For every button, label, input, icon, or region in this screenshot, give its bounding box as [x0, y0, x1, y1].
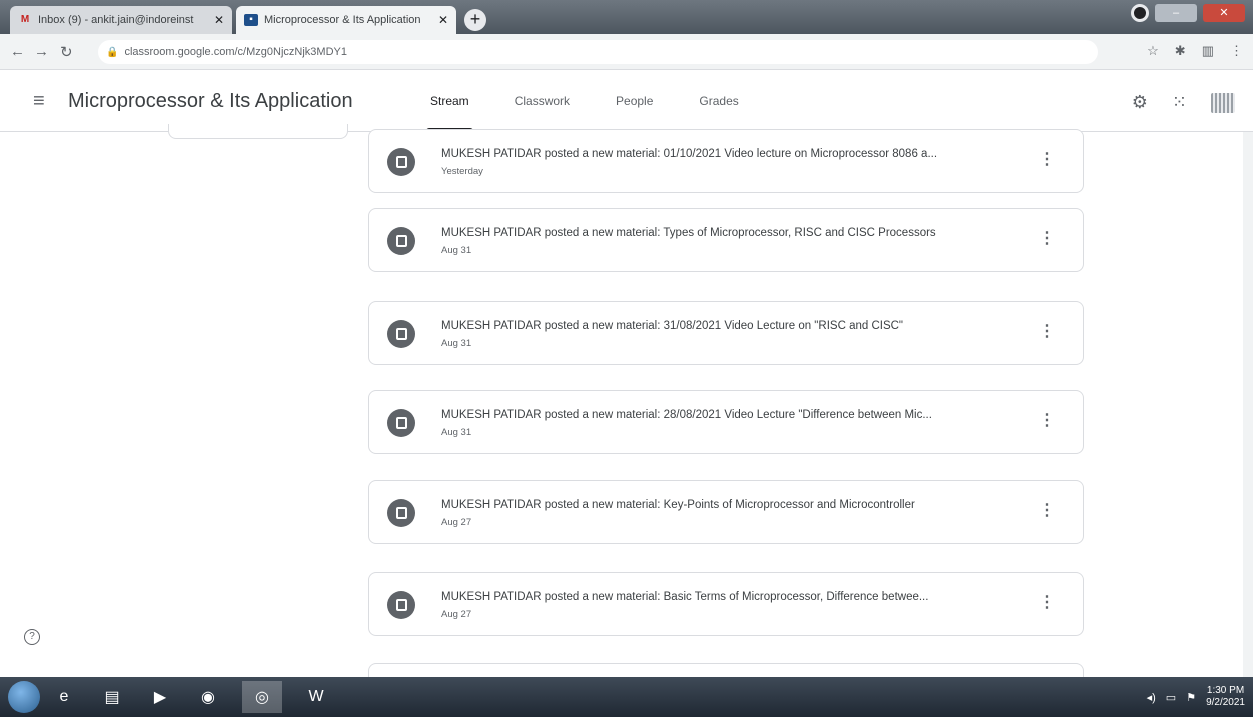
upcoming-panel: [168, 124, 348, 139]
post-date: Aug 31: [441, 427, 472, 438]
stream-post[interactable]: MUKESH PATIDAR posted a new material: Ty…: [368, 208, 1084, 272]
settings-gear-icon[interactable]: ⚙: [1132, 92, 1148, 113]
more-options-icon[interactable]: ⋮: [1039, 595, 1055, 611]
post-text: MUKESH PATIDAR posted a new material: 31…: [441, 320, 904, 332]
header-icons: ⚙ ⁙: [1132, 92, 1235, 113]
flag-icon[interactable]: ⚑: [1186, 691, 1196, 704]
browser-menu-icon[interactable]: ⋮: [1230, 43, 1243, 59]
post-date: Aug 31: [441, 338, 472, 349]
tab-title: Microprocessor & Its Application: [264, 14, 421, 26]
tab-title: Inbox (9) - ankit.jain@indoreinst: [38, 14, 194, 26]
post-text: MUKESH PATIDAR posted a new material: Ty…: [441, 227, 936, 239]
tab-grades[interactable]: Grades: [699, 70, 738, 132]
browser-tab-strip: M Inbox (9) - ankit.jain@indoreinst ✕ ▪ …: [0, 0, 1253, 34]
stream-post[interactable]: MUKESH PATIDAR posted a new material: Ke…: [368, 480, 1084, 544]
chrome-taskbar-icon[interactable]: ◎: [242, 681, 282, 713]
more-options-icon[interactable]: ⋮: [1039, 231, 1055, 247]
material-icon: [387, 148, 415, 176]
firefox-icon[interactable]: ◉: [188, 681, 228, 713]
volume-icon[interactable]: ◂): [1147, 691, 1156, 704]
classroom-icon: ▪: [244, 14, 258, 26]
material-icon: [387, 227, 415, 255]
clock[interactable]: 1:30 PM 9/2/2021: [1206, 685, 1245, 709]
more-options-icon[interactable]: ⋮: [1039, 413, 1055, 429]
close-tab-icon[interactable]: ✕: [438, 13, 448, 27]
tab-classroom[interactable]: ▪ Microprocessor & Its Application ✕: [236, 6, 456, 34]
post-date: Yesterday: [441, 166, 483, 177]
tab-people[interactable]: People: [616, 70, 653, 132]
forward-icon[interactable]: →: [34, 43, 49, 60]
post-text: MUKESH PATIDAR posted a new material: Ke…: [441, 499, 915, 511]
media-player-icon[interactable]: ▶: [140, 681, 180, 713]
url-field[interactable]: 🔒 classroom.google.com/c/Mzg0NjczNjk3MDY…: [98, 40, 1098, 64]
word-icon[interactable]: W: [296, 681, 336, 713]
class-tabs: Stream Classwork People Grades: [426, 70, 785, 132]
reload-icon[interactable]: ↻: [60, 43, 73, 61]
stream-post[interactable]: MUKESH PATIDAR posted a new material: 31…: [368, 301, 1084, 365]
post-text: MUKESH PATIDAR posted a new material: Ba…: [441, 591, 929, 603]
stream-post[interactable]: MUKESH PATIDAR posted a new material: Ba…: [368, 572, 1084, 636]
stream-post[interactable]: MUKESH PATIDAR posted a new material: 28…: [368, 390, 1084, 454]
page-scrollbar[interactable]: [1243, 132, 1253, 677]
lock-icon: 🔒: [106, 46, 119, 58]
browser-toolbar-icons: ☆ ✱ ▥ ⋮: [1147, 43, 1243, 59]
clock-date: 9/2/2021: [1206, 697, 1245, 708]
address-bar: ← → ↻ 🔒 classroom.google.com/c/Mzg0NjczN…: [0, 34, 1253, 70]
post-date: Aug 31: [441, 245, 472, 256]
back-icon[interactable]: ←: [10, 43, 25, 60]
os-taskbar: e ▤ ▶ ◉ ◎ W ◂) ▭ ⚑ 1:30 PM 9/2/2021: [0, 677, 1253, 717]
gmail-icon: M: [20, 14, 30, 25]
post-text: MUKESH PATIDAR posted a new material: 28…: [441, 409, 932, 421]
material-icon: [387, 320, 415, 348]
more-options-icon[interactable]: ⋮: [1039, 503, 1055, 519]
extension-icon[interactable]: ▥: [1202, 43, 1214, 59]
class-title[interactable]: Microprocessor & Its Application: [68, 90, 353, 113]
file-explorer-icon[interactable]: ▤: [92, 681, 132, 713]
system-tray: ◂) ▭ ⚑ 1:30 PM 9/2/2021: [1147, 685, 1245, 709]
tab-stream[interactable]: Stream: [426, 70, 473, 132]
extension-icon[interactable]: ✱: [1175, 43, 1186, 59]
material-icon: [387, 499, 415, 527]
start-button[interactable]: [8, 681, 40, 713]
bookmark-star-icon[interactable]: ☆: [1147, 43, 1159, 59]
tab-inbox[interactable]: M Inbox (9) - ankit.jain@indoreinst ✕: [10, 6, 232, 34]
app-header: ≡ Microprocessor & Its Application Strea…: [0, 70, 1253, 132]
material-icon: [387, 591, 415, 619]
material-icon: [387, 409, 415, 437]
more-options-icon[interactable]: ⋮: [1039, 324, 1055, 340]
post-date: Aug 27: [441, 517, 472, 528]
url-text: classroom.google.com/c/Mzg0NjczNjk3MDY1: [124, 46, 347, 58]
more-options-icon[interactable]: ⋮: [1039, 152, 1055, 168]
post-text: MUKESH PATIDAR posted a new material: 01…: [441, 148, 938, 160]
window-controls: – ✕: [1131, 4, 1245, 22]
tab-classwork[interactable]: Classwork: [515, 70, 570, 132]
help-icon[interactable]: ?: [24, 629, 40, 645]
avatar[interactable]: [1211, 92, 1235, 113]
minimize-button[interactable]: –: [1155, 4, 1197, 22]
internet-explorer-icon[interactable]: e: [44, 681, 84, 713]
clock-time: 1:30 PM: [1206, 685, 1245, 696]
main-menu-icon[interactable]: ≡: [33, 90, 45, 113]
profile-icon[interactable]: [1131, 4, 1149, 22]
network-icon[interactable]: ▭: [1166, 691, 1176, 704]
stream-post[interactable]: MUKESH PATIDAR posted a new material: 01…: [368, 129, 1084, 193]
apps-grid-icon[interactable]: ⁙: [1172, 92, 1187, 113]
close-tab-icon[interactable]: ✕: [214, 13, 224, 27]
close-window-button[interactable]: ✕: [1203, 4, 1245, 22]
new-tab-button[interactable]: +: [464, 9, 486, 31]
post-date: Aug 27: [441, 609, 472, 620]
